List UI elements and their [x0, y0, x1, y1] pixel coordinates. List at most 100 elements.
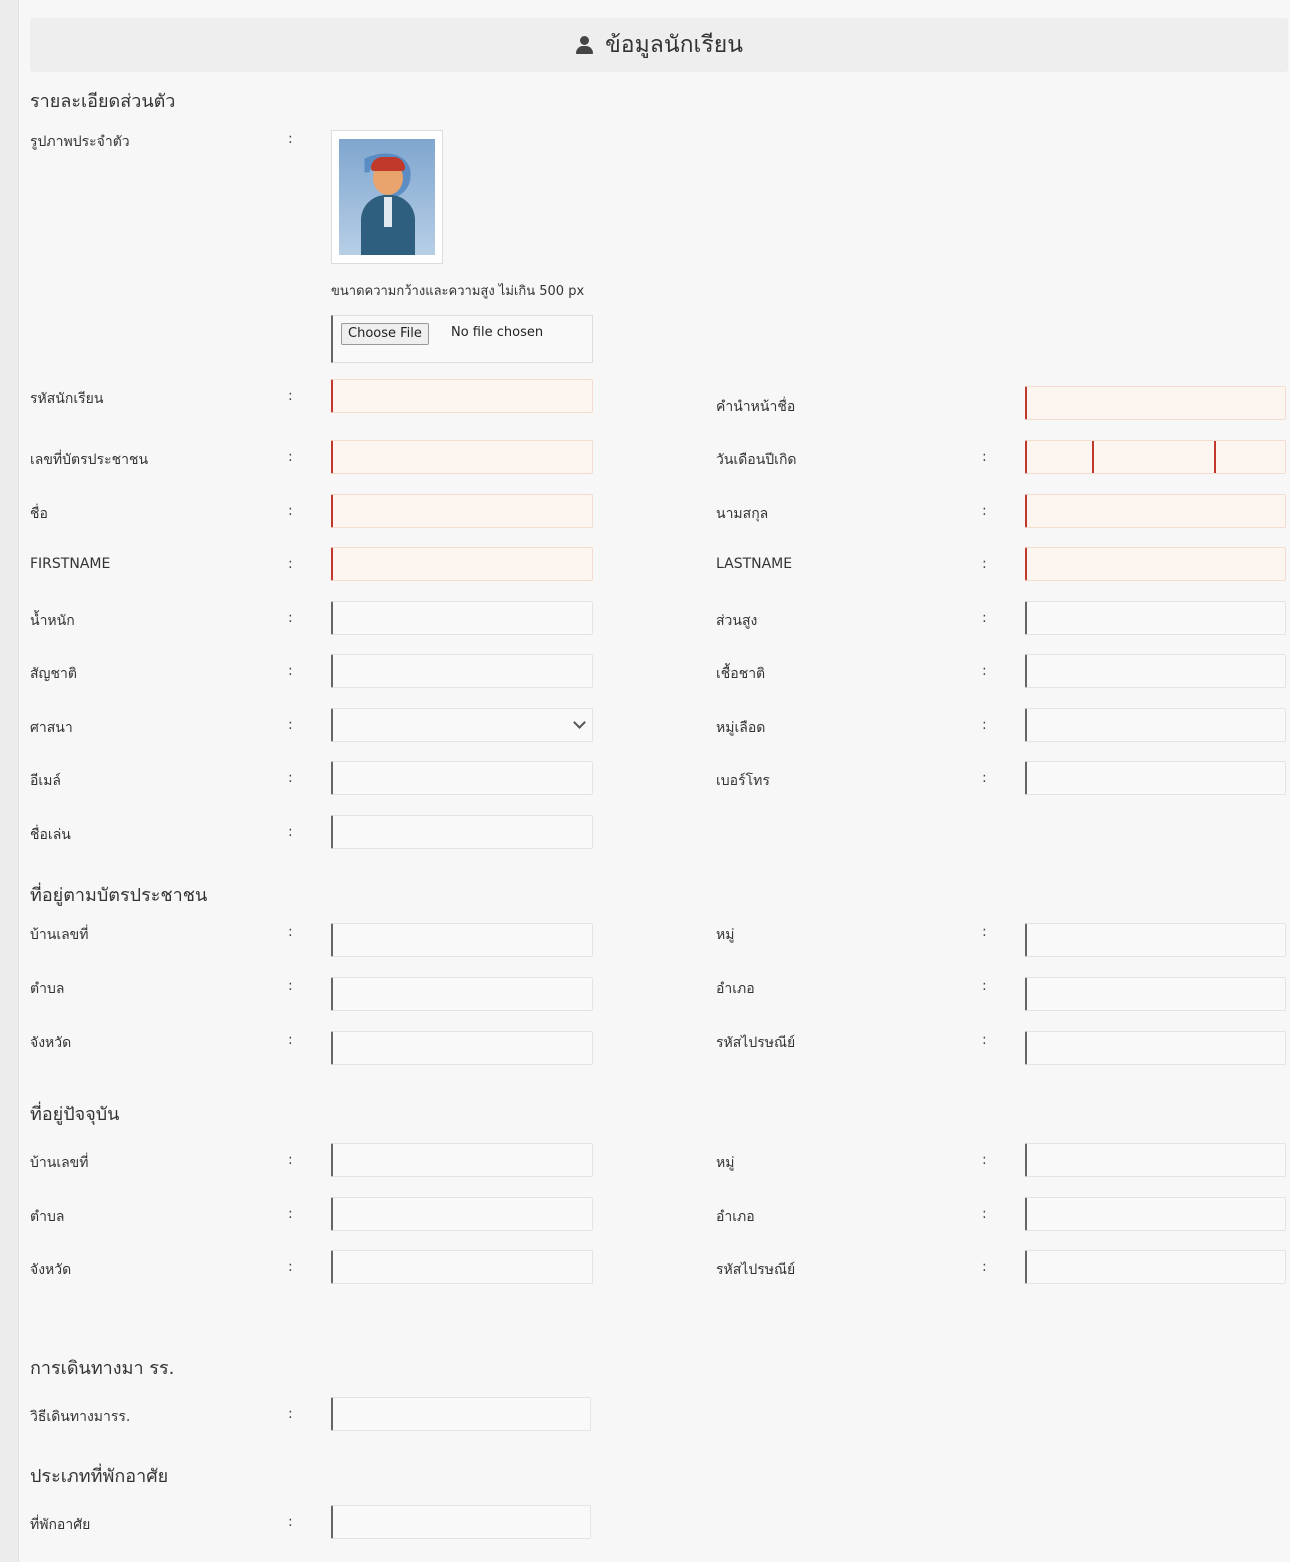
colon: : — [288, 503, 293, 519]
profile-photo: ? — [331, 130, 443, 264]
label-birthdate: วันเดือนปีเกิด — [716, 452, 797, 468]
religion-select[interactable] — [331, 708, 593, 742]
colon: : — [982, 978, 987, 994]
label-nationality: สัญชาติ — [30, 666, 77, 682]
id-district-input[interactable] — [1025, 977, 1286, 1011]
birthdate-separator — [1092, 441, 1094, 473]
label-email: อีเมล์ — [30, 773, 62, 789]
label-village: หมู่ — [716, 927, 735, 943]
label-nickname: ชื่อเล่น — [30, 827, 71, 843]
id-village-input[interactable] — [1025, 923, 1286, 957]
label-title-prefix: คำนำหน้าชื่อ — [716, 399, 796, 415]
id-postcode-input[interactable] — [1025, 1031, 1286, 1065]
section-current-address-title: ที่อยู่ปัจจุบัน — [30, 1104, 120, 1125]
label-postcode: รหัสไปรษณีย์ — [716, 1035, 796, 1051]
colon: : — [982, 1032, 987, 1048]
colon: : — [982, 556, 987, 572]
last-name-th-input[interactable] — [1025, 494, 1286, 528]
photo-file-input[interactable]: Choose File No file chosen — [331, 315, 593, 363]
page-header: ข้อมูลนักเรียน — [30, 18, 1288, 72]
label-subdistrict: ตำบล — [30, 981, 65, 997]
label-citizen-id: เลขที่บัตรประชาชน — [30, 452, 149, 468]
colon: : — [288, 1259, 293, 1275]
section-personal-title: รายละเอียดส่วนตัว — [30, 91, 176, 112]
label-village: หมู่ — [716, 1155, 735, 1171]
label-travel-method: วิธีเดินทางมารร. — [30, 1409, 131, 1425]
student-id-input[interactable] — [331, 379, 593, 413]
label-district: อำเภอ — [716, 981, 755, 997]
blood-type-input[interactable] — [1025, 708, 1286, 742]
colon: : — [982, 1259, 987, 1275]
choose-file-button[interactable]: Choose File — [341, 323, 429, 345]
colon: : — [982, 717, 987, 733]
residence-input[interactable] — [331, 1505, 591, 1539]
section-travel-title: การเดินทางมา รร. — [30, 1358, 175, 1379]
label-weight: น้ำหนัก — [30, 613, 75, 629]
colon: : — [982, 770, 987, 786]
phone-input[interactable] — [1025, 761, 1286, 795]
label-student-id: รหัสนักเรียน — [30, 391, 104, 407]
colon: : — [982, 924, 987, 940]
label-height: ส่วนสูง — [716, 613, 758, 629]
birthdate-separator — [1214, 441, 1216, 473]
colon: : — [288, 131, 293, 147]
colon: : — [288, 1514, 293, 1530]
birthdate-input[interactable] — [1025, 440, 1286, 474]
colon: : — [288, 924, 293, 940]
cur-district-input[interactable] — [1025, 1197, 1286, 1231]
label-postcode: รหัสไปรษณีย์ — [716, 1262, 796, 1278]
label-ethnicity: เชื้อชาติ — [716, 666, 766, 682]
first-name-th-input[interactable] — [331, 494, 593, 528]
colon: : — [288, 1152, 293, 1168]
cur-village-input[interactable] — [1025, 1143, 1286, 1177]
label-first-name-th: ชื่อ — [30, 506, 48, 522]
id-house-no-input[interactable] — [331, 923, 593, 957]
colon: : — [288, 717, 293, 733]
title-prefix-input[interactable] — [1025, 386, 1286, 420]
label-house-no: บ้านเลขที่ — [30, 1155, 89, 1171]
nickname-input[interactable] — [331, 815, 593, 849]
cur-postcode-input[interactable] — [1025, 1250, 1286, 1284]
label-last-name-th: นามสกุล — [716, 506, 769, 522]
label-phone: เบอร์โทร — [716, 773, 770, 789]
id-subdistrict-input[interactable] — [331, 977, 593, 1011]
lastname-en-input[interactable] — [1025, 547, 1286, 581]
file-status: No file chosen — [451, 325, 544, 340]
colon: : — [982, 1152, 987, 1168]
label-blood-type: หมู่เลือด — [716, 720, 766, 736]
height-input[interactable] — [1025, 601, 1286, 635]
label-province: จังหวัด — [30, 1262, 72, 1278]
user-icon — [575, 35, 595, 55]
cur-house-no-input[interactable] — [331, 1143, 593, 1177]
label-religion: ศาสนา — [30, 720, 73, 736]
colon: : — [982, 503, 987, 519]
email-input[interactable] — [331, 761, 593, 795]
label-province: จังหวัด — [30, 1035, 72, 1051]
label-firstname-en: FIRSTNAME — [30, 556, 111, 572]
citizen-id-input[interactable] — [331, 440, 593, 474]
colon: : — [288, 1032, 293, 1048]
nationality-input[interactable] — [331, 654, 593, 688]
ethnicity-input[interactable] — [1025, 654, 1286, 688]
colon: : — [982, 1206, 987, 1222]
colon: : — [288, 610, 293, 626]
cur-subdistrict-input[interactable] — [331, 1197, 593, 1231]
colon: : — [288, 663, 293, 679]
photo-label: รูปภาพประจำตัว — [30, 134, 130, 150]
colon: : — [982, 449, 987, 465]
label-lastname-en: LASTNAME — [716, 556, 793, 572]
colon: : — [288, 1206, 293, 1222]
colon: : — [288, 824, 293, 840]
section-id-address-title: ที่อยู่ตามบัตรประชาชน — [30, 885, 208, 906]
colon: : — [288, 1406, 293, 1422]
firstname-en-input[interactable] — [331, 547, 593, 581]
weight-input[interactable] — [331, 601, 593, 635]
colon: : — [288, 556, 293, 572]
travel-method-input[interactable] — [331, 1397, 591, 1431]
section-residence-title: ประเภทที่พักอาศัย — [30, 1466, 169, 1487]
label-residence: ที่พักอาศัย — [30, 1517, 91, 1533]
id-province-input[interactable] — [331, 1031, 593, 1065]
colon: : — [288, 449, 293, 465]
colon: : — [288, 978, 293, 994]
cur-province-input[interactable] — [331, 1250, 593, 1284]
